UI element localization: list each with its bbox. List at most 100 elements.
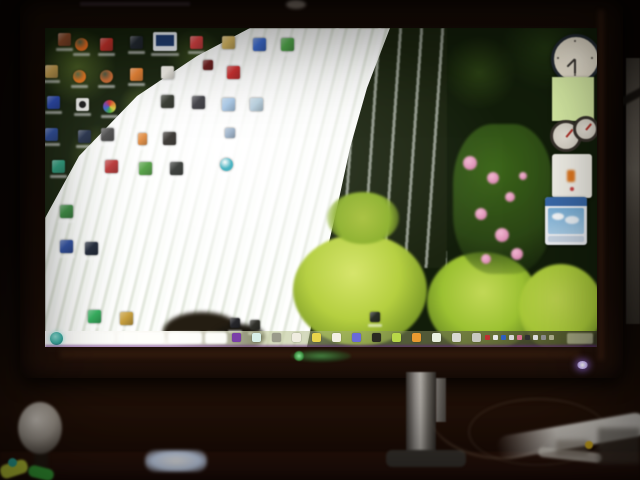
tray-icon[interactable]	[549, 335, 554, 340]
desktop-icon-label	[56, 48, 73, 51]
desktop-icon-label	[45, 111, 62, 114]
desktop-icon[interactable]	[99, 128, 116, 146]
desktop-icon[interactable]	[128, 68, 145, 86]
desktop-icon[interactable]	[73, 38, 90, 56]
tray-icon[interactable]	[541, 335, 546, 340]
monitor-stand-base	[386, 450, 466, 467]
desktop-icon-label	[218, 173, 235, 176]
tray-icon[interactable]	[501, 335, 506, 340]
monitor-screen	[45, 28, 597, 347]
sticky-note-gadget[interactable]	[552, 77, 594, 121]
clock-tick	[574, 74, 576, 76]
desktop-icon-label	[83, 257, 100, 260]
desktop-icon[interactable]	[101, 100, 118, 118]
meter-needle	[585, 123, 592, 131]
tray-icon[interactable]	[485, 335, 490, 340]
taskbar-fringe	[45, 345, 597, 347]
desktop-icon[interactable]	[228, 318, 242, 333]
desktop-icon[interactable]	[58, 205, 75, 223]
desktop-icon[interactable]	[56, 33, 73, 51]
desktop-icon[interactable]	[98, 38, 115, 56]
desktop-icon-label	[248, 113, 265, 116]
desktop-icon-label	[188, 51, 205, 54]
desktop-icon[interactable]	[45, 65, 60, 83]
desktop-icon[interactable]	[50, 160, 67, 178]
desktop-icon[interactable]	[218, 158, 235, 176]
desktop-icon-label	[74, 113, 91, 116]
desktop-icon[interactable]	[168, 162, 185, 180]
desktop-icon[interactable]	[251, 38, 268, 56]
power-led	[577, 361, 588, 369]
desktop-icon[interactable]	[86, 310, 103, 328]
desktop-icon-label	[98, 85, 115, 88]
tray-icon[interactable]	[517, 335, 522, 340]
window-thumbnail	[156, 35, 174, 46]
desktop-icon[interactable]	[248, 98, 265, 116]
media-icon-dot	[79, 101, 86, 108]
clock-minute-hand	[574, 59, 576, 74]
tray-icon[interactable]	[525, 335, 530, 340]
tray-icon[interactable]	[509, 335, 514, 340]
tray-icon[interactable]	[533, 335, 538, 340]
calendar-gadget[interactable]	[552, 154, 592, 198]
desktop-icon-label	[76, 145, 93, 148]
meter-needle	[564, 128, 574, 138]
bezel-reflection	[80, 2, 190, 6]
desktop-icon-label	[98, 53, 115, 56]
taskbar-clock[interactable]	[567, 333, 593, 344]
desktop-icon[interactable]	[45, 128, 60, 146]
desktop-icon[interactable]	[98, 70, 115, 88]
desktop-icon[interactable]	[151, 32, 179, 56]
desktop-icon-label	[225, 81, 242, 84]
tray-icon[interactable]	[493, 335, 498, 340]
desktop-icon[interactable]	[225, 66, 242, 84]
desktop-icon[interactable]	[103, 160, 120, 178]
desktop-icon-label	[73, 53, 90, 56]
desktop-icon[interactable]	[128, 36, 145, 54]
desktop-icon[interactable]	[159, 66, 176, 84]
desktop-icon[interactable]	[188, 36, 205, 54]
round-speaker	[18, 402, 62, 454]
desktop-icon[interactable]	[74, 98, 91, 116]
desktop-icon-label	[159, 81, 176, 84]
desktop-icon[interactable]	[201, 60, 215, 75]
desktop-icon-label	[151, 53, 179, 56]
desktop-icon[interactable]	[118, 312, 135, 330]
desktop-icon[interactable]	[223, 128, 237, 143]
calendar-date	[567, 170, 575, 182]
desktop-icon[interactable]	[58, 240, 75, 258]
desktop-icon[interactable]	[161, 132, 178, 150]
desktop-icon[interactable]	[83, 242, 100, 260]
weather-title-bar	[545, 197, 587, 206]
desktop-icon-label	[58, 255, 75, 258]
desktop-icon[interactable]	[137, 162, 154, 180]
meter-gadget-dial[interactable]	[573, 116, 597, 142]
clock-tick	[591, 57, 593, 59]
desktop-icon-label	[368, 324, 382, 327]
desktop-icon-grid	[45, 28, 597, 347]
desktop-icon[interactable]	[279, 38, 296, 56]
desktop-icon-label	[168, 177, 185, 180]
desktop-icon[interactable]	[220, 98, 237, 116]
desktop-icon-label	[161, 147, 178, 150]
desktop-icon-label	[128, 51, 145, 54]
desktop-icon-label	[45, 143, 60, 146]
desktop-icon[interactable]	[248, 320, 262, 335]
weather-gadget[interactable]	[545, 197, 587, 245]
clock-tick	[574, 40, 576, 42]
desktop-icon[interactable]	[71, 70, 88, 88]
desktop-icon[interactable]	[159, 95, 176, 113]
desktop-icon[interactable]	[136, 133, 149, 150]
desktop-icon[interactable]	[220, 36, 237, 54]
bezel-reflection	[286, 0, 306, 9]
desktop-icon[interactable]	[45, 96, 62, 114]
desktop-icon[interactable]	[368, 312, 382, 327]
desktop-icon-label	[101, 115, 118, 118]
desktop-icon[interactable]	[190, 96, 207, 114]
cloud-icon	[552, 213, 564, 220]
desktop-icon-label	[159, 110, 176, 113]
desktop-icon-label	[103, 175, 120, 178]
glossy-object	[145, 450, 207, 472]
desktop-icon[interactable]	[76, 130, 93, 148]
desktop-icon-label	[220, 51, 237, 54]
